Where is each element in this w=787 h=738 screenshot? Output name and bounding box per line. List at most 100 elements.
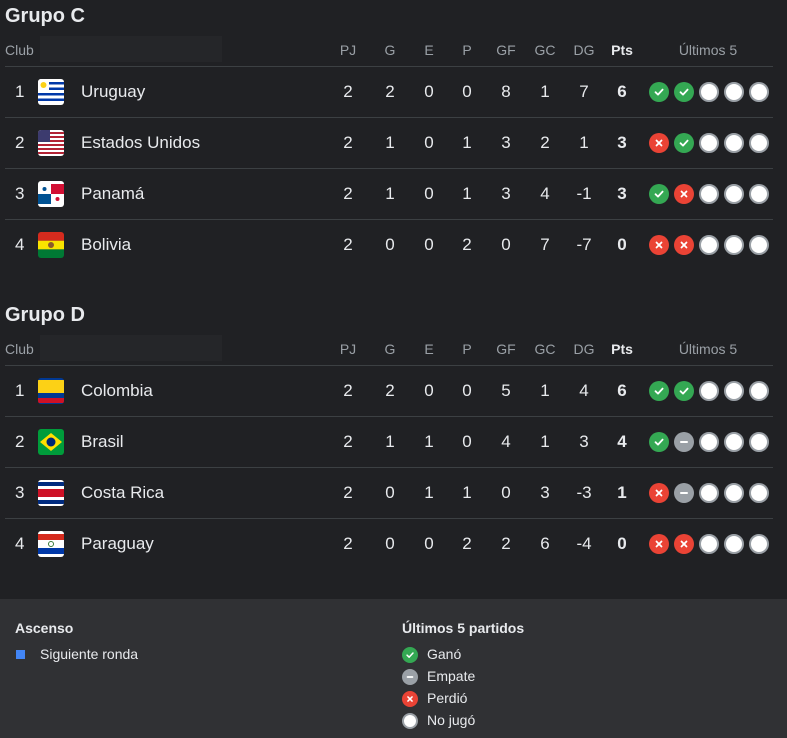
not-played-circle-icon — [699, 133, 719, 153]
cell-gc: 2 — [540, 133, 550, 152]
team-name[interactable]: Estados Unidos — [81, 133, 200, 153]
table-row[interactable]: 2 Brasil 2 1 1 0 4 1 3 4 — [5, 416, 773, 468]
cell-gf: 8 — [501, 82, 511, 101]
cell-e: 0 — [424, 133, 434, 152]
cell-gf: 3 — [501, 184, 511, 203]
header-pts: Pts — [611, 42, 633, 58]
team-name[interactable]: Panamá — [81, 184, 144, 204]
header-pj: PJ — [339, 341, 357, 357]
team-position: 4 — [15, 534, 25, 553]
cell-g: 0 — [385, 483, 395, 502]
cell-dg: -4 — [576, 534, 592, 553]
bolivia-flag — [38, 232, 64, 258]
team-position: 1 — [15, 381, 25, 400]
cell-pts: 3 — [617, 184, 627, 203]
legend-lost-label: Perdió — [427, 690, 468, 706]
last5-form — [649, 432, 769, 452]
group-title: Grupo D — [5, 304, 85, 326]
cell-gc: 1 — [540, 432, 550, 451]
loss-x-icon — [674, 184, 694, 204]
header-pj: PJ — [339, 42, 357, 58]
cell-g: 1 — [385, 184, 395, 203]
team-name[interactable]: Costa Rica — [81, 483, 164, 503]
costa-rica-flag — [38, 480, 64, 506]
cell-gf: 3 — [501, 133, 511, 152]
cell-e: 0 — [424, 235, 434, 254]
header-e: E — [424, 42, 434, 58]
cell-pj: 2 — [343, 235, 353, 254]
header-gc: GC — [534, 341, 556, 357]
panama-flag — [38, 181, 64, 207]
x-icon — [402, 691, 418, 707]
table-row[interactable]: 4 Paraguay 2 0 0 2 2 6 -4 0 — [5, 518, 773, 570]
draw-minus-icon — [674, 483, 694, 503]
team-name[interactable]: Brasil — [81, 432, 124, 452]
header-club: Club — [5, 341, 34, 357]
cell-g: 0 — [385, 235, 395, 254]
legend-ascenso-title: Ascenso — [15, 620, 74, 636]
not-played-circle-icon — [724, 235, 744, 255]
cell-g: 1 — [385, 432, 395, 451]
cell-gc: 1 — [540, 381, 550, 400]
team-position: 2 — [15, 432, 25, 451]
team-name[interactable]: Colombia — [81, 381, 153, 401]
team-position: 2 — [15, 133, 25, 152]
table-row[interactable]: 1 Uruguay 2 2 0 0 8 1 7 6 — [5, 66, 773, 118]
cell-dg: -1 — [576, 184, 592, 203]
team-name[interactable]: Bolivia — [81, 235, 131, 255]
usa-flag — [38, 130, 64, 156]
cell-gf: 0 — [501, 235, 511, 254]
cell-pj: 2 — [343, 381, 353, 400]
empty-circle-icon — [402, 713, 418, 729]
cell-g: 2 — [385, 82, 395, 101]
header-gf: GF — [496, 341, 516, 357]
cell-gf: 2 — [501, 534, 511, 553]
last5-form — [649, 483, 769, 503]
table-row[interactable]: 3 Panamá 2 1 0 1 3 4 -1 3 — [5, 168, 773, 220]
legend-panel: Ascenso Siguiente ronda Últimos 5 partid… — [0, 599, 787, 738]
cell-dg: -7 — [576, 235, 592, 254]
header-club: Club — [5, 42, 34, 58]
cell-pts: 0 — [617, 534, 627, 553]
brazil-flag — [38, 429, 64, 455]
cell-pts: 1 — [617, 483, 627, 502]
table-header: Club PJ G E P GF GC DG Pts Últimos 5 — [0, 36, 787, 66]
cell-e: 1 — [424, 483, 434, 502]
team-position: 3 — [15, 184, 25, 203]
legend-won-label: Ganó — [427, 646, 462, 662]
cell-p: 0 — [462, 82, 472, 101]
not-played-circle-icon — [724, 534, 744, 554]
last5-form — [649, 235, 769, 255]
not-played-circle-icon — [724, 432, 744, 452]
team-name[interactable]: Paraguay — [81, 534, 154, 554]
win-check-icon — [649, 184, 669, 204]
not-played-circle-icon — [724, 184, 744, 204]
cell-p: 1 — [462, 483, 472, 502]
not-played-circle-icon — [749, 432, 769, 452]
not-played-circle-icon — [749, 133, 769, 153]
table-row[interactable]: 3 Costa Rica 2 0 1 1 0 3 -3 1 — [5, 467, 773, 519]
cell-pj: 2 — [343, 133, 353, 152]
team-position: 1 — [15, 82, 25, 101]
loss-x-icon — [674, 235, 694, 255]
win-check-icon — [674, 133, 694, 153]
cell-pts: 6 — [617, 381, 627, 400]
not-played-circle-icon — [724, 483, 744, 503]
table-row[interactable]: 4 Bolivia 2 0 0 2 0 7 -7 0 — [5, 219, 773, 271]
cell-dg: 1 — [579, 133, 589, 152]
legend-form-title: Últimos 5 partidos — [402, 620, 525, 636]
group-title: Grupo C — [5, 5, 85, 27]
not-played-circle-icon — [699, 381, 719, 401]
loss-x-icon — [649, 133, 669, 153]
cell-g: 1 — [385, 133, 395, 152]
not-played-circle-icon — [699, 432, 719, 452]
cell-e: 0 — [424, 534, 434, 553]
last5-form — [649, 184, 769, 204]
team-name[interactable]: Uruguay — [81, 82, 145, 102]
table-row[interactable]: 1 Colombia 2 2 0 0 5 1 4 6 — [5, 365, 773, 417]
win-check-icon — [649, 432, 669, 452]
cell-p: 0 — [462, 432, 472, 451]
table-row[interactable]: 2 Estados Unidos 2 1 0 1 3 2 1 3 — [5, 117, 773, 169]
legend-not-played-label: No jugó — [427, 712, 476, 728]
cell-p: 2 — [462, 235, 472, 254]
